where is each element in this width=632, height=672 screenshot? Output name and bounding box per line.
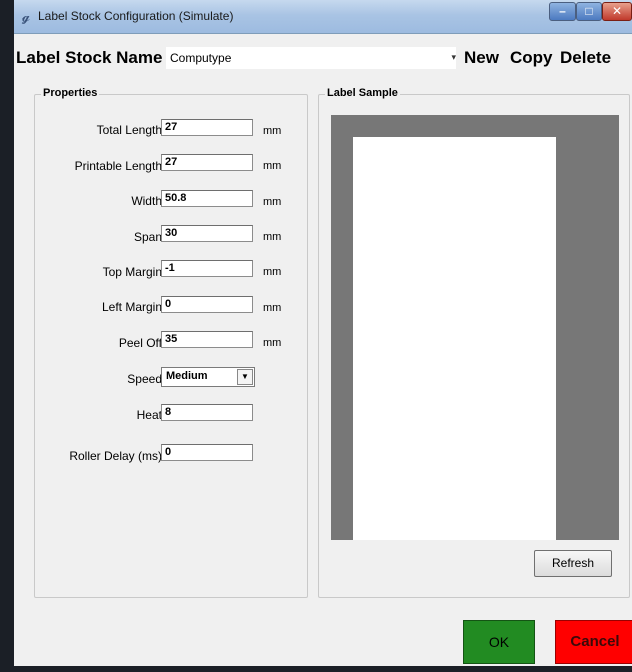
top-margin-unit: mm: [263, 266, 282, 278]
chevron-down-icon[interactable]: ▾: [451, 52, 456, 63]
minimize-button[interactable]: –: [549, 2, 576, 21]
span-label: Span: [133, 230, 162, 244]
delete-button[interactable]: Delete: [560, 48, 611, 68]
stock-name-dropdown[interactable]: Computype ▾: [166, 47, 456, 69]
window-title: Label Stock Configuration (Simulate): [38, 9, 234, 23]
speed-value: Medium: [166, 370, 208, 382]
stock-toolbar: Label Stock Name Computype ▾ New Copy De…: [14, 44, 632, 72]
properties-group: Properties Total Length 27 mm Printable …: [34, 87, 308, 598]
ok-button[interactable]: OK: [463, 620, 535, 664]
top-margin-label: Top Margin: [102, 265, 162, 279]
speed-label: Speed: [127, 372, 162, 386]
total-length-label: Total Length: [96, 123, 162, 137]
peel-off-label: Peel Off: [118, 336, 162, 350]
top-margin-field[interactable]: -1: [161, 260, 253, 277]
span-unit: mm: [263, 231, 282, 243]
maximize-button[interactable]: □: [576, 2, 602, 21]
heat-label: Heat: [136, 408, 162, 422]
left-margin-field[interactable]: 0: [161, 296, 253, 313]
window-bottom-frame: [14, 666, 632, 672]
chevron-down-icon[interactable]: ▼: [237, 369, 253, 385]
width-label: Width: [131, 194, 162, 208]
label-config-icon: 𝓰: [21, 8, 31, 24]
width-field[interactable]: 50.8: [161, 190, 253, 207]
title-bar[interactable]: 𝓰 Label Stock Configuration (Simulate) –…: [14, 0, 632, 34]
left-margin-unit: mm: [263, 302, 282, 314]
label-sample-canvas: [331, 115, 619, 540]
stock-name-value: Computype: [170, 51, 232, 65]
stock-name-label: Label Stock Name: [16, 48, 163, 67]
label-stock-config-window: 𝓰 Label Stock Configuration (Simulate) –…: [14, 0, 632, 672]
printable-length-field[interactable]: 27: [161, 154, 253, 171]
label-sample-group: Label Sample Refresh: [318, 87, 630, 598]
total-length-field[interactable]: 27: [161, 119, 253, 136]
label-sample-title: Label Sample: [325, 87, 400, 99]
close-button[interactable]: ✕: [602, 2, 632, 21]
new-button[interactable]: New: [464, 48, 499, 68]
width-unit: mm: [263, 196, 282, 208]
speed-dropdown[interactable]: Medium ▼: [161, 367, 255, 387]
peel-off-field[interactable]: 35: [161, 331, 253, 348]
label-preview: [353, 137, 556, 540]
refresh-button[interactable]: Refresh: [534, 550, 612, 577]
total-length-unit: mm: [263, 125, 282, 137]
properties-title: Properties: [41, 87, 100, 99]
copy-button[interactable]: Copy: [510, 48, 553, 68]
printable-length-label: Printable Length: [74, 159, 162, 173]
roller-delay-label: Roller Delay (ms): [69, 449, 162, 463]
cancel-button[interactable]: Cancel: [555, 620, 632, 664]
left-margin-label: Left Margin: [101, 300, 162, 314]
peel-off-unit: mm: [263, 337, 282, 349]
printable-length-unit: mm: [263, 160, 282, 172]
heat-field[interactable]: 8: [161, 404, 253, 421]
roller-delay-field[interactable]: 0: [161, 444, 253, 461]
span-field[interactable]: 30: [161, 225, 253, 242]
